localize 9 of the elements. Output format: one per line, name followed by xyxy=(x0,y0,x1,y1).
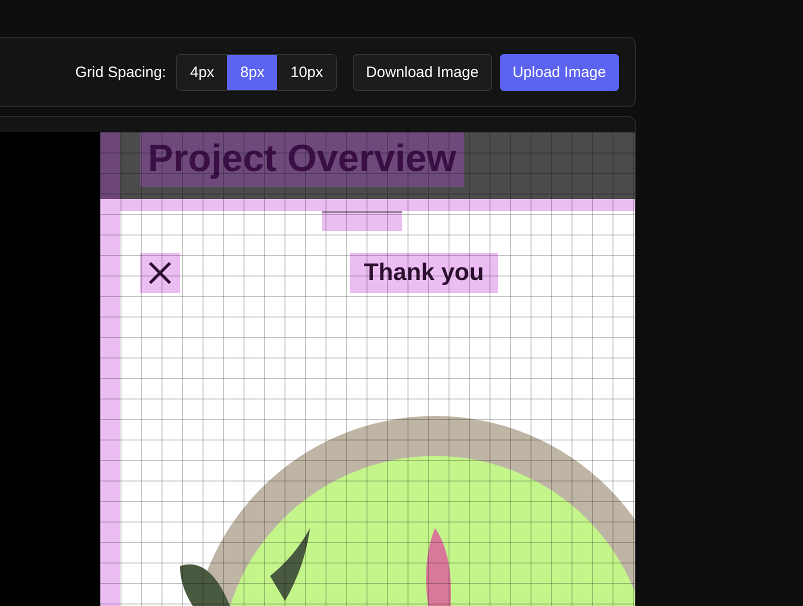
grid-spacing-label: Grid Spacing: xyxy=(75,64,166,80)
close-icon xyxy=(140,253,180,293)
image-title: Thank you xyxy=(350,253,498,293)
image-heading: Project Overview xyxy=(140,132,464,187)
download-button[interactable]: Download Image xyxy=(353,54,492,90)
grid-spacing-option[interactable]: 10px xyxy=(277,54,336,90)
grid-spacing-option[interactable]: 8px xyxy=(227,54,278,90)
grid-spacing-option[interactable]: 4px xyxy=(177,54,228,90)
upload-button[interactable]: Upload Image xyxy=(500,54,619,90)
